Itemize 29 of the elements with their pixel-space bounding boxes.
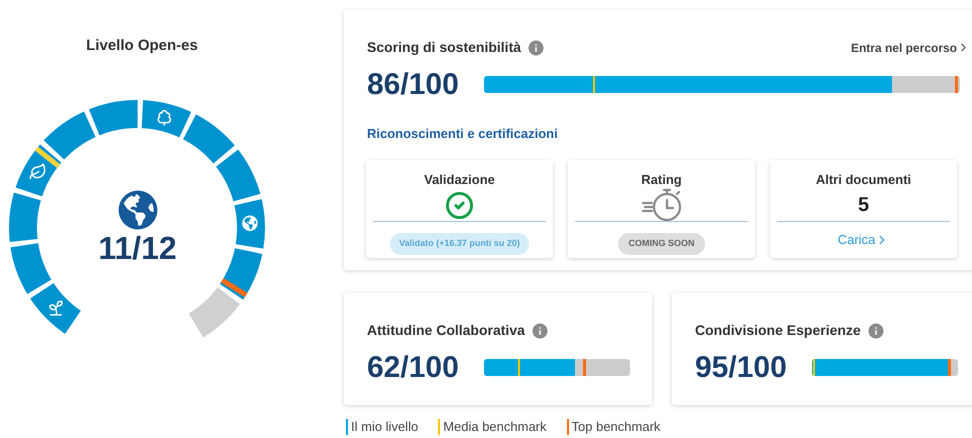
- score-value: 86/100: [367, 67, 460, 103]
- legend-item: Top benchmark: [566, 419, 660, 435]
- info-icon[interactable]: [527, 38, 546, 56]
- tree-icon: [158, 110, 170, 124]
- journey-link[interactable]: Entra nel percorso: [850, 38, 970, 56]
- score-value: 62/100: [367, 350, 460, 386]
- globe-icon: [118, 190, 158, 230]
- legend-item: Media benchmark: [438, 419, 547, 435]
- stopwatch-icon: [640, 187, 682, 223]
- sprout-icon: [50, 300, 62, 314]
- section-title: Riconoscimenti e certificazioni: [367, 125, 559, 143]
- leaf-icon: [30, 164, 45, 178]
- validation-badge: Validato (+16.37 punti su 20): [390, 233, 529, 254]
- card-title: Rating: [641, 170, 682, 189]
- info-icon[interactable]: [530, 322, 549, 340]
- globe-icon: [242, 215, 258, 231]
- card-title: Condivisione Esperienze: [695, 321, 861, 340]
- card-title: Scoring di sostenibilità: [367, 38, 522, 57]
- card-title: Altri documenti: [816, 170, 912, 188]
- card-title: Attitudine Collaborativa: [367, 321, 525, 340]
- info-icon[interactable]: [866, 322, 885, 340]
- card-title: Validazione: [424, 170, 495, 188]
- check-circle-icon: [445, 190, 474, 220]
- coming-soon-badge: COMING SOON: [618, 233, 704, 254]
- legend-item: Il mio livello: [346, 419, 418, 435]
- gauge-title: Livello Open-es: [86, 36, 198, 56]
- document-count: 5: [858, 193, 870, 218]
- score-value: 95/100: [695, 350, 788, 386]
- gauge-score: 11/12: [98, 232, 177, 264]
